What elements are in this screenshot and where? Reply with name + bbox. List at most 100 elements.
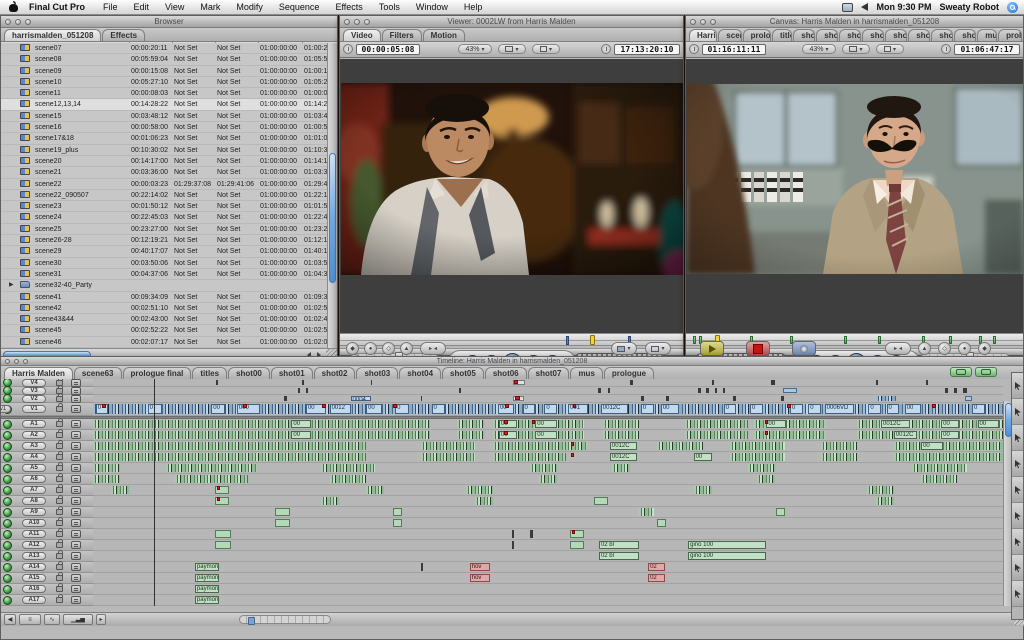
- timeline-clip[interactable]: [175, 475, 248, 483]
- track-lane-a8[interactable]: [93, 496, 1003, 507]
- close-button[interactable]: [690, 19, 696, 25]
- timeline-clip[interactable]: 0: [887, 404, 900, 414]
- timeline-clip[interactable]: 0: [808, 404, 821, 414]
- track-lock-icon[interactable]: [56, 465, 63, 471]
- out-of-sync-marker[interactable]: [504, 431, 508, 435]
- timeline-clip[interactable]: [566, 442, 588, 450]
- timeline-zoom-slider[interactable]: [239, 615, 331, 624]
- timeline-tab-shot03[interactable]: shot03: [356, 367, 398, 379]
- track-destination-v2[interactable]: V2: [22, 395, 46, 403]
- timeline-clip[interactable]: [894, 442, 1003, 450]
- auto-select-icon[interactable]: [71, 574, 81, 582]
- timeline-clip[interactable]: [771, 380, 775, 385]
- viewer-zoom-dropdown[interactable]: 43%▾: [458, 44, 492, 54]
- timeline-playhead[interactable]: [154, 379, 155, 606]
- browser-row[interactable]: scene3000:03:50:06Not SetNot Set01:00:00…: [1, 258, 337, 269]
- track-lock-icon[interactable]: [56, 531, 63, 537]
- browser-row[interactable]: scene26-2800:12:19:21Not SetNot Set01:00…: [1, 235, 337, 246]
- track-audible-icon[interactable]: [3, 530, 12, 539]
- timeline-clip[interactable]: [867, 486, 894, 494]
- track-lane-a5[interactable]: [93, 463, 1003, 474]
- timeline-clip[interactable]: 000: [237, 404, 261, 414]
- auto-select-icon[interactable]: [71, 508, 81, 516]
- minimize-button[interactable]: [15, 19, 21, 25]
- out-of-sync-marker[interactable]: [217, 486, 221, 490]
- browser-row[interactable]: scene4200:02:51:10Not SetNot Set01:00:00…: [1, 303, 337, 314]
- browser-row[interactable]: scene1000:05:27:10Not SetNot Set01:00:00…: [1, 77, 337, 88]
- menu-help[interactable]: Help: [456, 2, 491, 12]
- browser-tab-harrismalden-051208[interactable]: harrismalden_051208: [4, 29, 101, 41]
- timeline-clip[interactable]: 00: [661, 404, 679, 414]
- viewer-titlebar[interactable]: Viewer: 0002LW from Harris Malden: [340, 16, 683, 28]
- timeline-clip[interactable]: [630, 380, 633, 385]
- track-audible-icon[interactable]: [3, 574, 12, 583]
- track-lane-a15[interactable]: paymonhov02: [93, 573, 1003, 584]
- track-lock-icon[interactable]: [56, 564, 63, 570]
- track-destination-a7[interactable]: A7: [22, 486, 46, 494]
- track-size-control[interactable]: ▁▃▅: [63, 614, 93, 625]
- browser-row[interactable]: scene2500:23:27:00Not SetNot Set01:00:00…: [1, 224, 337, 235]
- browser-row[interactable]: scene4600:02:07:17Not SetNot Set01:00:00…: [1, 337, 337, 348]
- auto-select-icon[interactable]: [71, 475, 81, 483]
- timeline-clip[interactable]: [821, 453, 857, 461]
- match-frame-button[interactable]: ◆: [346, 342, 359, 355]
- browser-row[interactable]: scene2900:40:17:07Not SetNot Set01:00:00…: [1, 246, 337, 257]
- track-destination-a4[interactable]: A4: [22, 453, 46, 461]
- timeline-clip[interactable]: 0004: [351, 396, 372, 401]
- overwrite-edit-button[interactable]: [746, 341, 770, 356]
- timeline-clip[interactable]: [421, 453, 476, 461]
- zoom-button[interactable]: [25, 19, 31, 25]
- timeline-clip[interactable]: [730, 442, 785, 450]
- track-lane-a13[interactable]: 02 blgino 100: [93, 551, 1003, 562]
- timeline-clip[interactable]: [965, 396, 972, 401]
- timeline-clip[interactable]: [93, 453, 366, 461]
- timeline-clip[interactable]: [733, 396, 737, 401]
- app-menu[interactable]: Final Cut Pro: [29, 2, 85, 12]
- track-lane-v4[interactable]: [93, 379, 1003, 387]
- tool-pen-button[interactable]: [1012, 581, 1024, 607]
- displays-menu-icon[interactable]: [842, 3, 853, 12]
- track-visibility-icon[interactable]: [3, 394, 12, 403]
- timeline-clip[interactable]: 00: [535, 420, 557, 428]
- track-lock-icon[interactable]: [56, 421, 63, 427]
- timeline-clip[interactable]: [639, 508, 654, 516]
- timeline-clip[interactable]: [603, 431, 639, 439]
- view-options-dropdown[interactable]: ▾: [532, 44, 560, 54]
- timeline-tab-titles[interactable]: titles: [192, 367, 227, 379]
- canvas-tab-shot06[interactable]: shot06: [931, 29, 953, 41]
- timeline-tab-harris-malden[interactable]: Harris Malden: [4, 367, 73, 379]
- track-lock-icon[interactable]: [56, 509, 63, 515]
- track-destination-a14[interactable]: A14: [22, 563, 46, 571]
- browser-row[interactable]: scene19_plus00:10:30:02Not SetNot Set01:…: [1, 145, 337, 156]
- timeline-clip[interactable]: [876, 396, 896, 401]
- track-audible-icon[interactable]: [3, 442, 12, 451]
- insert-edit-button[interactable]: [700, 341, 724, 356]
- track-lane-v1[interactable]: 0000000000012000000000010012C00000000006…: [93, 403, 1003, 416]
- volume-menu-icon[interactable]: [861, 3, 868, 11]
- track-lane-a11[interactable]: [93, 529, 1003, 540]
- track-lane-a17[interactable]: paymon: [93, 595, 1003, 606]
- timeline-clip[interactable]: gino 100: [688, 541, 766, 549]
- timeline-clip[interactable]: 00: [211, 404, 225, 414]
- timeline-clip[interactable]: [393, 508, 402, 516]
- browser-row[interactable]: scene17&1800:01:06:23Not SetNot Set01:00…: [1, 133, 337, 144]
- timeline-clip[interactable]: [215, 530, 231, 538]
- timeline-clip[interactable]: [93, 475, 120, 483]
- track-lock-icon[interactable]: [56, 586, 63, 592]
- track-destination-v1[interactable]: V1: [22, 405, 46, 413]
- generator-dropdown[interactable]: ▾: [645, 342, 671, 355]
- timeline-clip[interactable]: [493, 453, 566, 461]
- window-buttons[interactable]: [690, 19, 716, 25]
- add-keyframe-button[interactable]: ◇: [938, 342, 951, 355]
- timeline-clip[interactable]: [876, 380, 879, 385]
- track-lane-a10[interactable]: [93, 518, 1003, 529]
- track-lane-a6[interactable]: [93, 474, 1003, 485]
- timeline-clip[interactable]: 00: [978, 420, 1000, 428]
- timeline-clip[interactable]: 00: [366, 404, 382, 414]
- track-audible-icon[interactable]: [3, 552, 12, 561]
- timeline-clip[interactable]: 00: [499, 431, 517, 439]
- timeline-clip[interactable]: 00: [766, 420, 786, 428]
- track-lane-a3[interactable]: 0012C00: [93, 441, 1003, 452]
- timeline-clip[interactable]: [530, 530, 533, 538]
- timeline-clip[interactable]: [926, 380, 929, 385]
